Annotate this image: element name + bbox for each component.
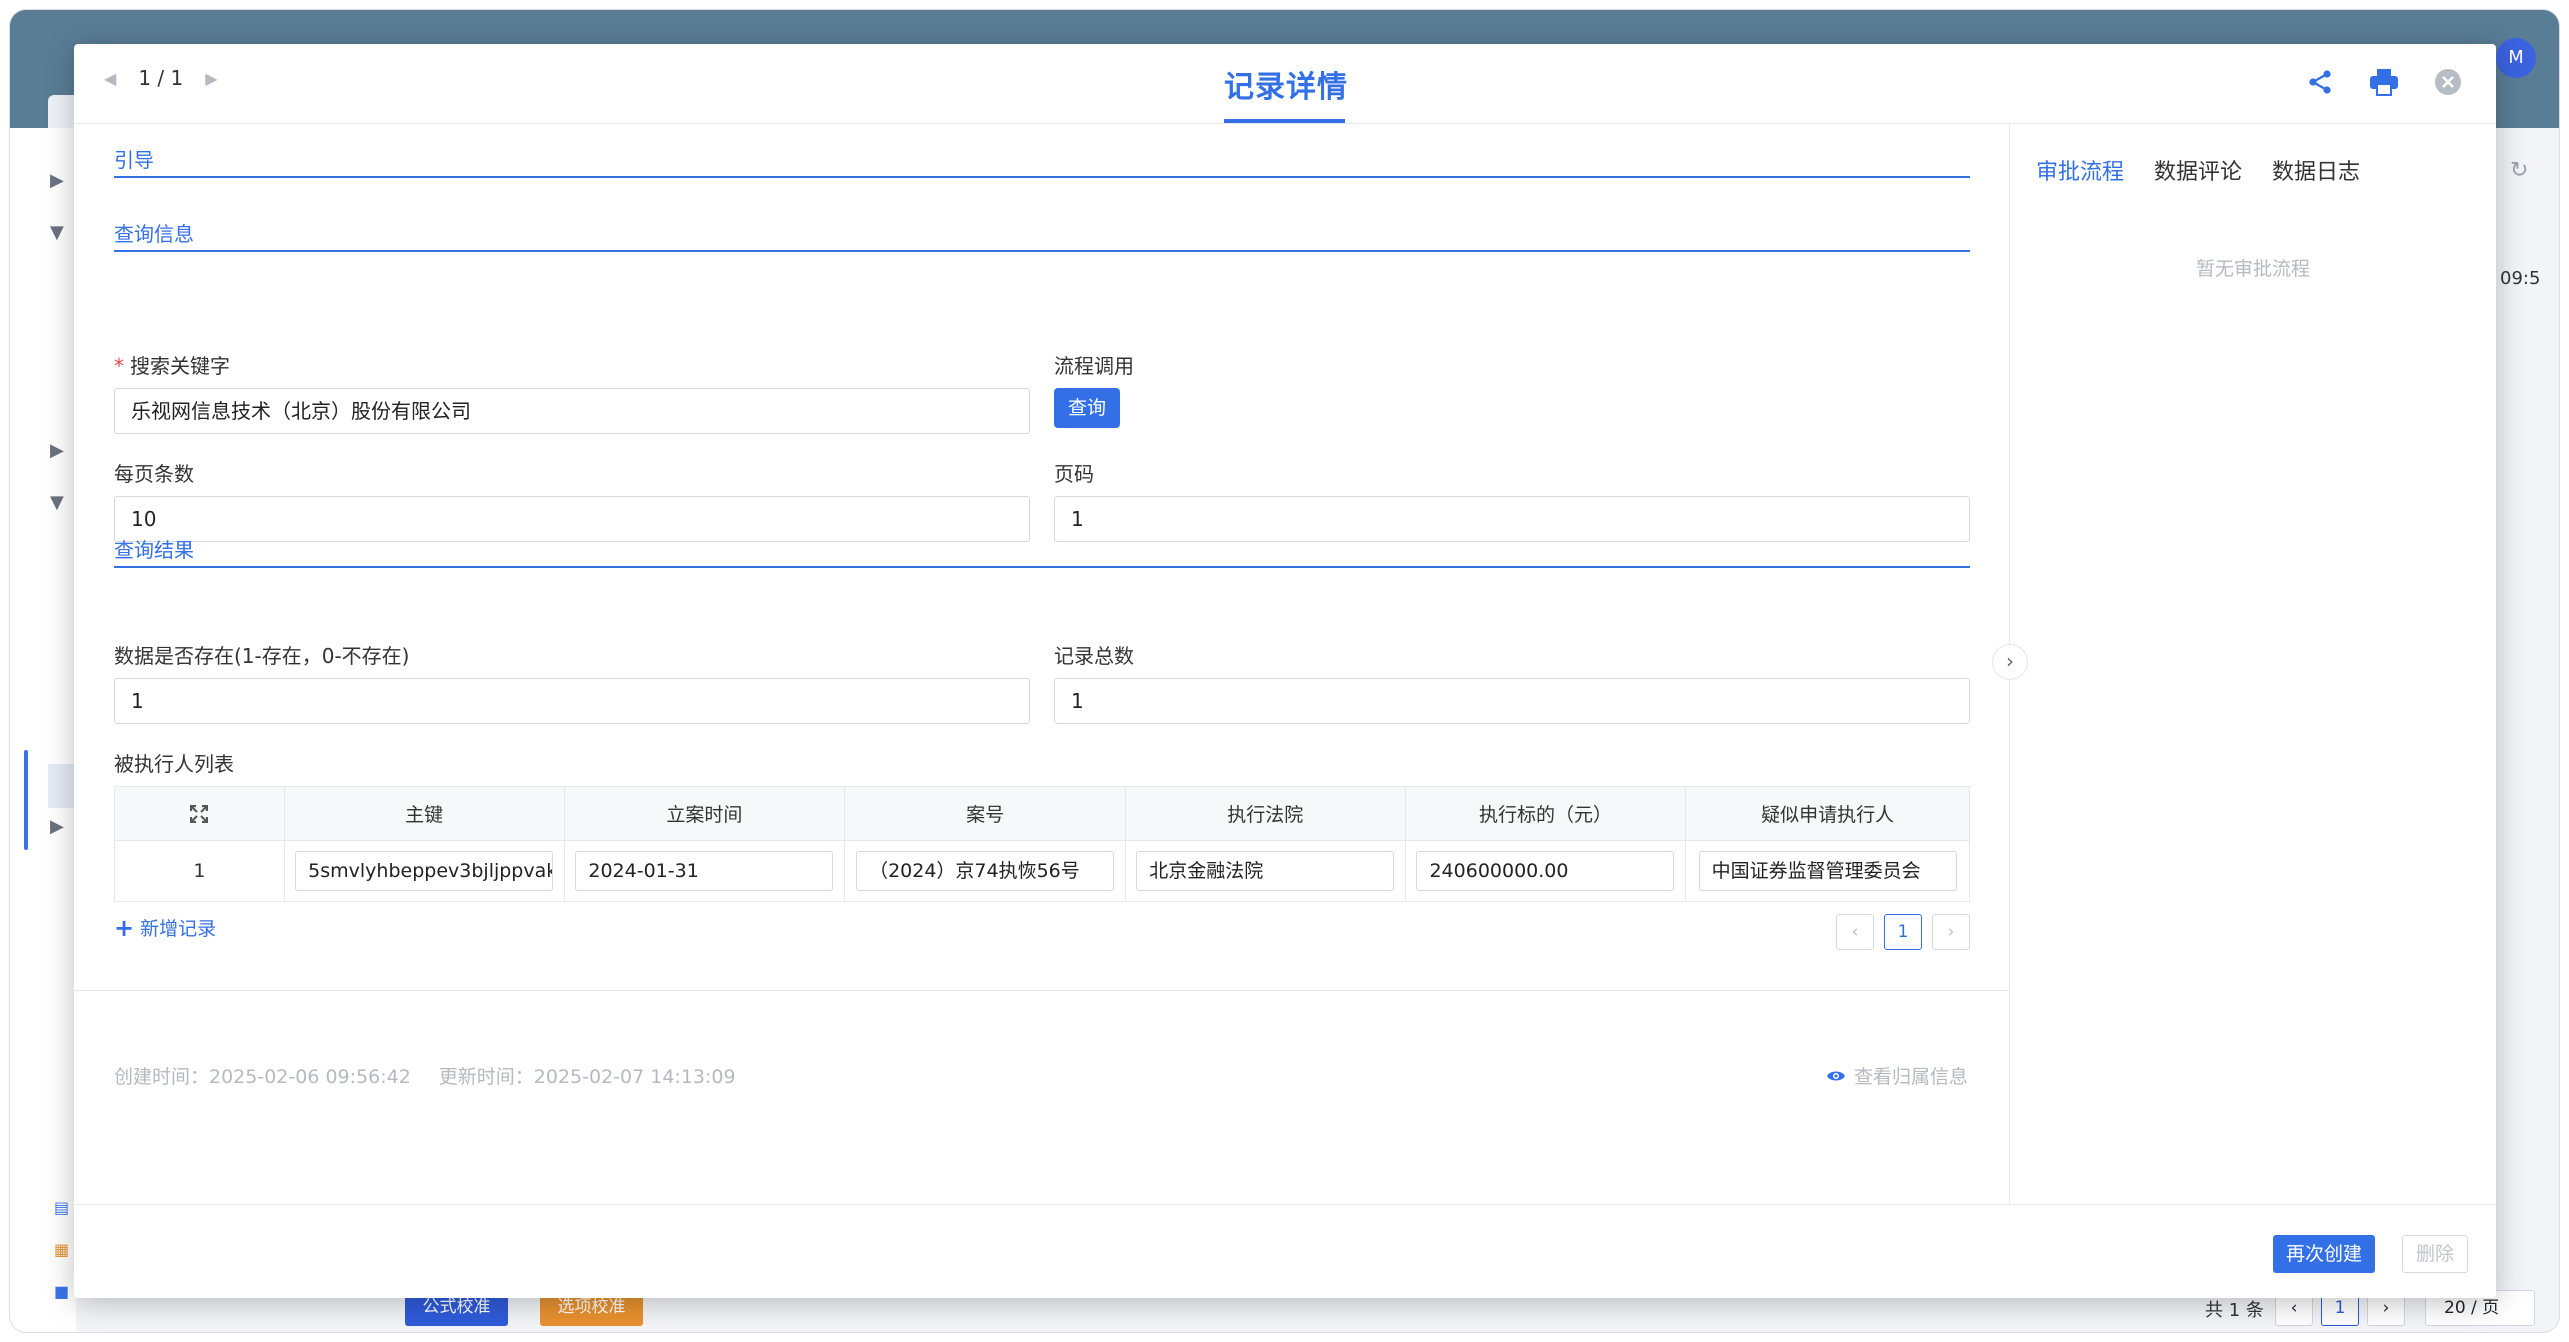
plus-icon: + [114, 913, 135, 942]
keyword-input[interactable]: 乐视网信息技术（北京）股份有限公司 [114, 388, 1030, 434]
column-header: 执行标的（元） [1406, 787, 1687, 840]
column-header: 主键 [285, 787, 565, 840]
meta-divider [74, 990, 2010, 991]
refresh-icon[interactable]: ↻ [2510, 158, 2528, 183]
table-pager: ‹ 1 › [1836, 914, 1970, 950]
cell-amount: 240600000.00 [1406, 841, 1687, 901]
cell-case: （2024）京74执恢56号 [845, 841, 1126, 901]
form-icon[interactable]: ▤ [54, 1198, 74, 1218]
cell-date: 2024-01-31 [565, 841, 846, 901]
flow-label: 流程调用 [1054, 354, 1134, 378]
record-pager: ◀ 1 / 1 ▶ [104, 66, 218, 90]
case-number-input[interactable]: （2024）京74执恢56号 [856, 851, 1115, 891]
section-divider [114, 176, 1970, 178]
filing-date-input[interactable]: 2024-01-31 [575, 851, 834, 891]
keyword-label: * 搜索关键字 [114, 354, 230, 378]
section-query-info-title: 查询信息 [114, 222, 194, 246]
column-header: 立案时间 [565, 787, 846, 840]
record-meta: 创建时间：2025-02-06 09:56:42 更新时间：2025-02-07… [114, 1062, 736, 1089]
share-icon[interactable] [2304, 66, 2336, 98]
page-size-label: 每页条数 [114, 462, 194, 486]
column-header: 案号 [845, 787, 1126, 840]
header-actions [2304, 66, 2464, 98]
section-query-result-title: 查询结果 [114, 538, 194, 562]
section-guide: 引导 [114, 144, 1970, 178]
current-page[interactable]: 1 [1884, 914, 1922, 950]
expand-arrow-icon[interactable]: ▶ [50, 440, 64, 461]
modal-header: ◀ 1 / 1 ▶ 记录详情 [74, 44, 2496, 124]
total-count: 共 1 条 [2205, 1300, 2264, 1321]
created-time: 创建时间：2025-02-06 09:56:42 [114, 1066, 411, 1088]
amount-input[interactable]: 240600000.00 [1416, 851, 1675, 891]
view-belong-link[interactable]: 查看归属信息 [1826, 1062, 1968, 1089]
prev-page-button[interactable]: ‹ [1836, 914, 1874, 950]
section-guide-title: 引导 [114, 148, 154, 172]
table-header-row: 主键 立案时间 案号 执行法院 执行标的（元） 疑似申请执行人 [115, 787, 1969, 841]
executed-persons-table: 主键 立案时间 案号 执行法院 执行标的（元） 疑似申请执行人 1 5smvly… [114, 786, 1970, 902]
total-input[interactable]: 1 [1054, 678, 1970, 724]
column-header: 疑似申请执行人 [1761, 804, 1895, 826]
close-icon[interactable] [2432, 66, 2464, 98]
expand-arrow-icon[interactable]: ▶ [50, 170, 64, 191]
user-avatar[interactable]: M [2496, 38, 2536, 78]
tab-approval-flow[interactable]: 审批流程 [2036, 154, 2124, 186]
time-fragment: 09:5 [2500, 268, 2541, 289]
right-panel: 审批流程 数据评论 数据日志 暂无审批流程 [2010, 124, 2496, 1204]
app-sidebar: ▶ ▼ ▶ ▼ ▶ ▤ ▦ ■ [10, 128, 86, 1332]
background-right: ↻ 09:5 [2488, 128, 2559, 1278]
add-record-label: 新增记录 [140, 918, 217, 940]
prev-record-icon[interactable]: ◀ [104, 69, 116, 88]
next-page-button[interactable]: › [1932, 914, 1970, 950]
add-record-button[interactable]: + 新增记录 [114, 914, 216, 941]
right-panel-tabs: 审批流程 数据评论 数据日志 [2036, 154, 2360, 186]
cell-key: 5smvlyhbeppev3bjljppvak [285, 841, 565, 901]
folder-icon[interactable]: ■ [54, 1282, 74, 1302]
modal-form: 引导 查询信息 * 搜索关键字 乐视网信息技术（北京）股份有限公司 流程调用 查询… [74, 124, 2010, 1204]
section-query-result: 查询结果 [114, 534, 1970, 568]
section-divider [114, 566, 1970, 568]
updated-time: 更新时间：2025-02-07 14:13:09 [438, 1066, 736, 1088]
key-input[interactable]: 5smvlyhbeppev3bjljppvak [295, 851, 554, 891]
modal-title: 记录详情 [1224, 70, 1348, 105]
tab-data-comments[interactable]: 数据评论 [2154, 154, 2242, 186]
section-query-info: 查询信息 [114, 218, 1970, 252]
active-indicator [24, 750, 28, 850]
tab-data-log[interactable]: 数据日志 [2272, 154, 2360, 186]
recreate-button[interactable]: 再次创建 [2273, 1235, 2375, 1273]
view-belong-label: 查看归属信息 [1854, 1066, 1969, 1088]
fullscreen-icon[interactable] [115, 787, 285, 840]
record-pager-text: 1 / 1 [138, 66, 184, 90]
next-record-icon[interactable]: ▶ [205, 69, 217, 88]
cell-applicant: 中国证券监督管理委员会 [1686, 841, 1969, 901]
column-header: 执行法院 [1126, 787, 1406, 840]
eye-icon [1827, 1071, 1845, 1080]
exists-label: 数据是否存在(1-存在，0-不存在) [114, 644, 410, 668]
collapse-arrow-icon[interactable]: ▼ [50, 222, 64, 243]
query-button[interactable]: 查询 [1054, 388, 1120, 428]
title-underline [1224, 119, 1345, 123]
court-input[interactable]: 北京金融法院 [1136, 851, 1395, 891]
table-row: 1 5smvlyhbeppev3bjljppvak 2024-01-31 （20… [115, 841, 1969, 901]
print-icon[interactable] [2368, 66, 2400, 98]
table-icon[interactable]: ▦ [54, 1240, 74, 1260]
list-label: 被执行人列表 [114, 752, 234, 776]
cell-court: 北京金融法院 [1126, 841, 1406, 901]
modal-footer: 再次创建 删除 [74, 1204, 2496, 1298]
total-label: 记录总数 [1054, 644, 1134, 668]
empty-approval-text: 暂无审批流程 [2195, 258, 2310, 280]
page-no-label: 页码 [1054, 462, 1094, 486]
expand-arrow-icon[interactable]: ▶ [50, 816, 64, 837]
delete-button[interactable]: 删除 [2402, 1235, 2468, 1273]
collapse-arrow-icon[interactable]: ▼ [50, 492, 64, 513]
section-divider [114, 250, 1970, 252]
applicant-input[interactable]: 中国证券监督管理委员会 [1698, 851, 1957, 891]
row-index: 1 [115, 841, 285, 901]
exists-input[interactable]: 1 [114, 678, 1030, 724]
record-detail-modal: ◀ 1 / 1 ▶ 记录详情 引导 查询信息 * 搜索关键字 乐视网信息技术（北… [74, 44, 2496, 1298]
